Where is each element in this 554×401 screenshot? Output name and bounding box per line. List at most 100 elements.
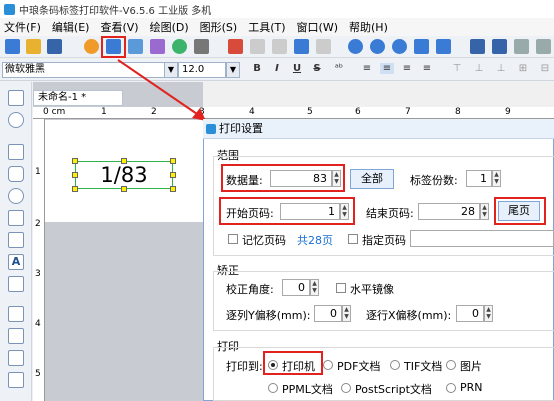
justify-icon[interactable]: ≡ <box>420 63 434 74</box>
valign-bottom-icon[interactable]: ⊥ <box>494 63 508 74</box>
qrcode-tool-icon[interactable] <box>8 350 24 366</box>
valign-middle-icon[interactable]: ⊥ <box>472 63 486 74</box>
align-left-icon[interactable]: ≡ <box>360 63 374 74</box>
new-icon[interactable] <box>5 39 20 54</box>
underline-button[interactable]: U <box>290 63 304 74</box>
redo-icon[interactable] <box>316 39 331 54</box>
text-tool-icon[interactable]: A <box>8 254 24 270</box>
menu-view[interactable]: 查看(V) <box>100 19 138 35</box>
align-center-icon[interactable]: ≡ <box>380 63 394 74</box>
ruler-mark: 3 <box>35 269 41 279</box>
zoom-in-icon[interactable] <box>348 39 363 54</box>
distribute-h-icon[interactable]: ⊞ <box>516 63 530 74</box>
label-text-object[interactable]: 1/83 <box>75 161 173 189</box>
align-icon[interactable] <box>470 39 485 54</box>
distribute-icon[interactable] <box>492 39 507 54</box>
fit-icon[interactable] <box>414 39 429 54</box>
specify-page-input[interactable] <box>410 230 554 247</box>
resize-handle[interactable] <box>170 186 176 192</box>
line-tool-icon[interactable] <box>8 144 24 160</box>
menu-tools[interactable]: 工具(T) <box>248 19 285 35</box>
valign-top-icon[interactable]: ⊤ <box>450 63 464 74</box>
radio-pdf[interactable] <box>323 360 333 370</box>
rectangle-tool-icon[interactable] <box>8 166 24 182</box>
pan-icon[interactable] <box>8 112 24 128</box>
strikethrough-button[interactable]: S <box>310 63 324 74</box>
radio-postscript[interactable] <box>341 383 351 393</box>
curve-tool-icon[interactable] <box>8 372 24 388</box>
ruler-mark: 1 <box>35 167 41 177</box>
annotation-arrow <box>117 59 206 121</box>
specify-page-checkbox[interactable] <box>348 234 358 244</box>
menu-file[interactable]: 文件(F) <box>4 19 41 35</box>
end-page-spinner[interactable]: ▲ ▼ <box>480 203 489 220</box>
ungroup-icon[interactable] <box>536 39 551 54</box>
radio-prn[interactable] <box>446 383 456 393</box>
dialog-title: 打印设置 <box>203 119 554 139</box>
x-offset-input[interactable]: 0 <box>456 305 484 322</box>
undo-icon[interactable] <box>294 39 309 54</box>
triangle-tool-icon[interactable] <box>8 328 24 344</box>
print-preview-icon[interactable] <box>128 39 143 54</box>
resize-handle[interactable] <box>72 158 78 164</box>
open-icon[interactable] <box>26 39 41 54</box>
bold-button[interactable]: B <box>250 63 264 74</box>
menu-draw[interactable]: 绘图(D) <box>150 19 189 35</box>
angle-input[interactable]: 0 <box>282 279 310 296</box>
chevron-down-icon[interactable]: ▼ <box>226 62 240 78</box>
menu-window[interactable]: 窗口(W) <box>297 19 338 35</box>
vertical-ruler: 1 2 3 4 5 <box>33 119 45 401</box>
menu-help[interactable]: 帮助(H) <box>349 19 388 35</box>
database-icon[interactable] <box>150 39 165 54</box>
end-page-input[interactable]: 28 <box>418 203 480 220</box>
resize-handle[interactable] <box>170 158 176 164</box>
barcode-tool-icon[interactable] <box>8 210 24 226</box>
y-offset-spinner[interactable]: ▲ ▼ <box>342 305 351 322</box>
radio-ppml[interactable] <box>268 383 278 393</box>
angle-spinner[interactable]: ▲ ▼ <box>310 279 319 296</box>
shape-tool-icon[interactable] <box>8 306 24 322</box>
grid-icon[interactable] <box>194 39 209 54</box>
settings-icon[interactable] <box>84 39 99 54</box>
superscript-icon[interactable]: ᵃᵇ <box>332 63 346 74</box>
copies-input[interactable]: 1 <box>466 170 492 187</box>
radio-image[interactable] <box>446 360 456 370</box>
actual-size-icon[interactable] <box>436 39 451 54</box>
ellipse-tool-icon[interactable] <box>8 188 24 204</box>
resize-handle[interactable] <box>72 172 78 178</box>
ruler-mark: 8 <box>455 107 461 117</box>
distribute-v-icon[interactable]: ⊟ <box>538 63 552 74</box>
remember-page-checkbox[interactable] <box>228 234 238 244</box>
copies-label: 标签份数: <box>410 174 458 187</box>
pointer-icon[interactable] <box>8 90 24 106</box>
zoom-icon[interactable] <box>392 39 407 54</box>
image-tool-icon[interactable] <box>8 232 24 248</box>
radio-prn-label: PRN <box>460 381 483 394</box>
resize-handle[interactable] <box>72 186 78 192</box>
y-offset-input[interactable]: 0 <box>314 305 342 322</box>
cut-icon[interactable] <box>228 39 243 54</box>
remember-page-label: 记忆页码 <box>242 234 286 247</box>
copy-icon[interactable] <box>250 39 265 54</box>
resize-handle[interactable] <box>121 186 127 192</box>
mirror-label: 水平镜像 <box>350 283 394 296</box>
ruler-mark: 9 <box>505 107 511 117</box>
table-tool-icon[interactable] <box>8 276 24 292</box>
all-button[interactable]: 全部 <box>350 169 394 189</box>
export-icon[interactable] <box>172 39 187 54</box>
group-icon[interactable] <box>514 39 529 54</box>
mirror-checkbox[interactable] <box>336 283 346 293</box>
last-page-highlight <box>494 197 546 225</box>
zoom-out-icon[interactable] <box>370 39 385 54</box>
copies-spinner[interactable]: ▲ ▼ <box>492 170 501 187</box>
italic-button[interactable]: I <box>270 63 284 74</box>
align-right-icon[interactable]: ≡ <box>400 63 414 74</box>
resize-handle[interactable] <box>170 172 176 178</box>
x-offset-spinner[interactable]: ▲ ▼ <box>484 305 493 322</box>
resize-handle[interactable] <box>121 158 127 164</box>
paste-icon[interactable] <box>272 39 287 54</box>
save-icon[interactable] <box>47 39 62 54</box>
menu-shape[interactable]: 图形(S) <box>200 19 238 35</box>
radio-tif[interactable] <box>390 360 400 370</box>
menu-edit[interactable]: 编辑(E) <box>52 19 90 35</box>
